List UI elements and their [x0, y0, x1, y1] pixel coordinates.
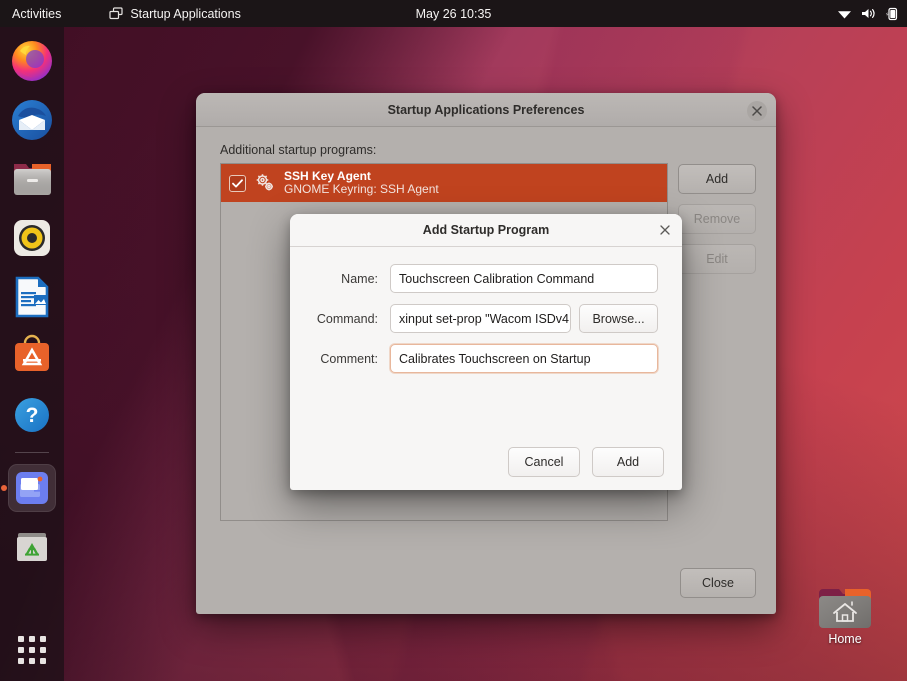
- grid-dot: [40, 636, 46, 642]
- help-question-icon: ?: [15, 398, 49, 432]
- form-row-name: Name: Touchscreen Calibration Command: [304, 264, 658, 293]
- dock-item-libreoffice-writer[interactable]: [8, 273, 56, 321]
- dialog-action-buttons: Cancel Add: [508, 447, 664, 477]
- dock-item-rhythmbox[interactable]: [8, 214, 56, 262]
- dock-item-files[interactable]: [8, 155, 56, 203]
- svg-text:?: ?: [26, 404, 39, 427]
- grid-dot: [40, 658, 46, 664]
- system-status-menu[interactable]: [837, 0, 898, 27]
- grid-dot: [29, 636, 35, 642]
- grid-dot: [29, 647, 35, 653]
- rhythmbox-icon: [14, 220, 50, 256]
- app-menu-label: Startup Applications: [130, 6, 241, 21]
- libreoffice-writer-icon: [15, 276, 49, 318]
- ubuntu-software-icon: [15, 334, 49, 371]
- trash-recycle-icon: [17, 533, 47, 561]
- home-folder-icon: [819, 589, 871, 628]
- remove-button[interactable]: Remove: [678, 204, 756, 234]
- dock-item-help[interactable]: ?: [8, 391, 56, 439]
- dock-item-thunderbird[interactable]: [8, 96, 56, 144]
- battery-icon: [886, 7, 898, 20]
- comment-label: Comment:: [320, 351, 378, 366]
- desktop-icon-home[interactable]: Home: [812, 583, 878, 646]
- grid-dot: [18, 647, 24, 653]
- row-program-description: GNOME Keyring: SSH Agent: [284, 182, 439, 196]
- show-applications-button[interactable]: [17, 635, 47, 665]
- grid-dot: [18, 636, 24, 642]
- dialog-titlebar[interactable]: Add Startup Program: [290, 214, 682, 247]
- dock-item-ubuntu-software[interactable]: [8, 332, 56, 380]
- dock: ?: [0, 27, 64, 681]
- add-button[interactable]: Add: [678, 164, 756, 194]
- startup-applications-icon: [16, 472, 48, 504]
- grid-dot: [18, 658, 24, 664]
- add-startup-program-dialog: Add Startup Program Name: Touchscreen Ca…: [290, 214, 682, 490]
- window-titlebar[interactable]: Startup Applications Preferences: [196, 93, 776, 127]
- thunderbird-icon: [12, 100, 52, 140]
- dock-item-trash[interactable]: [8, 523, 56, 571]
- wifi-icon: [838, 11, 851, 19]
- window-title: Startup Applications Preferences: [387, 102, 585, 117]
- dock-separator: [15, 452, 49, 453]
- cancel-button[interactable]: Cancel: [508, 447, 580, 477]
- browse-button[interactable]: Browse...: [579, 304, 658, 333]
- startup-programs-label: Additional startup programs:: [220, 143, 377, 157]
- close-icon: [660, 225, 670, 235]
- name-input[interactable]: Touchscreen Calibration Command: [390, 264, 658, 293]
- command-input[interactable]: xinput set-prop "Wacom ISDv4: [390, 304, 572, 333]
- window-close-button[interactable]: [747, 101, 767, 121]
- row-text-block: SSH Key Agent GNOME Keyring: SSH Agent: [284, 168, 439, 197]
- volume-icon: [862, 9, 875, 18]
- firefox-icon: [12, 41, 52, 81]
- edit-button[interactable]: Edit: [678, 244, 756, 274]
- activities-button[interactable]: Activities: [0, 0, 71, 27]
- app-menu-button[interactable]: Startup Applications: [99, 0, 251, 27]
- row-program-name: SSH Key Agent: [284, 168, 371, 183]
- dialog-add-button[interactable]: Add: [592, 447, 664, 477]
- checkmark-icon: [232, 178, 243, 187]
- files-folder-icon: [14, 164, 51, 195]
- name-label: Name:: [341, 271, 378, 286]
- gears-icon: [256, 174, 273, 191]
- form-row-comment: Comment: Calibrates Touchscreen on Start…: [304, 344, 658, 373]
- close-icon: [752, 106, 762, 116]
- command-label: Command:: [316, 311, 378, 326]
- dialog-form: Name: Touchscreen Calibration Command Co…: [290, 247, 682, 373]
- dialog-close-button[interactable]: [660, 224, 670, 237]
- list-action-buttons: Add Remove Edit: [678, 163, 756, 521]
- dock-item-firefox[interactable]: [8, 37, 56, 85]
- clock-label: May 26 10:35: [415, 6, 492, 21]
- grid-dot: [29, 658, 35, 664]
- grid-dot: [40, 647, 46, 653]
- dock-item-startup-applications[interactable]: [8, 464, 56, 512]
- dialog-title: Add Startup Program: [422, 223, 550, 237]
- activities-label: Activities: [12, 6, 62, 21]
- row-enabled-checkbox[interactable]: [229, 174, 246, 192]
- windows-icon: [109, 7, 123, 20]
- top-bar: Activities Startup Applications May 26 1…: [0, 0, 907, 27]
- close-button[interactable]: Close: [680, 568, 756, 598]
- form-row-command: Command: xinput set-prop "Wacom ISDv4 Br…: [304, 304, 658, 333]
- comment-input[interactable]: Calibrates Touchscreen on Startup: [390, 344, 658, 373]
- table-row[interactable]: SSH Key Agent GNOME Keyring: SSH Agent: [221, 164, 667, 202]
- desktop-icon-home-label: Home: [828, 632, 862, 646]
